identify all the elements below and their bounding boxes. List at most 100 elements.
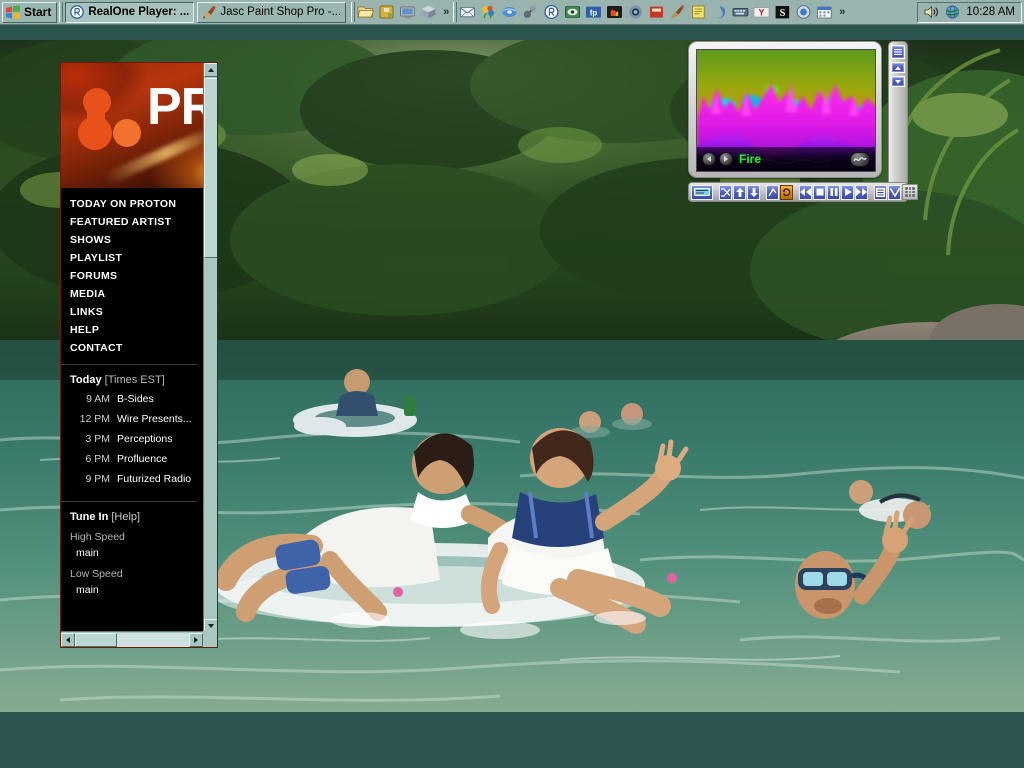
tune-in-help-link[interactable]: [Help] — [111, 511, 140, 523]
play-button[interactable] — [841, 184, 854, 200]
player-menu-button[interactable] — [891, 45, 905, 59]
realone-tray-icon[interactable] — [543, 4, 560, 20]
panel-horizontal-scrollbar[interactable] — [61, 631, 203, 647]
puzzle-icon[interactable] — [378, 4, 395, 20]
taskbar-clock[interactable]: 10:28 AM — [966, 6, 1015, 18]
box-icon[interactable] — [420, 4, 437, 20]
yellow-note-icon[interactable] — [690, 4, 707, 20]
schedule-show[interactable]: Perceptions — [117, 432, 172, 447]
rewind-button[interactable] — [799, 184, 812, 200]
start-button[interactable]: Start — [2, 1, 58, 23]
keyboard-icon[interactable] — [732, 4, 749, 20]
schedule-row[interactable]: 6 PM Profluence — [70, 452, 197, 467]
panel-vertical-scrollbar[interactable] — [203, 63, 217, 633]
sort-icon — [768, 187, 777, 196]
blue-circle-icon[interactable] — [795, 4, 812, 20]
shuffle-button[interactable] — [719, 184, 732, 200]
taskbar[interactable]: Start RealOne Player: ... Jasc Paint Sho… — [0, 0, 1024, 25]
folder-open-icon[interactable] — [357, 4, 375, 20]
visualization-window[interactable]: Fire — [688, 41, 882, 178]
nav-item-featured-artist[interactable]: FEATURED ARTIST — [70, 214, 197, 232]
quick-launch-overflow-button[interactable]: » — [441, 6, 451, 18]
taskbar-button-paint-shop-pro[interactable]: Jasc Paint Shop Pro -... — [197, 1, 347, 23]
volume-speaker-icon[interactable] — [924, 5, 939, 19]
playlist-button[interactable] — [874, 184, 887, 200]
visualization-name: Fire — [739, 152, 762, 166]
system-tray-status[interactable]: 10:28 AM — [917, 1, 1022, 23]
mail-icon[interactable] — [459, 4, 476, 20]
stop-button[interactable] — [813, 184, 826, 200]
schedule-row[interactable]: 12 PM Wire Presents... — [70, 412, 197, 427]
nav-item-links[interactable]: LINKS — [70, 304, 197, 322]
brush-icon[interactable] — [669, 4, 686, 20]
player-side-strip[interactable] — [888, 41, 908, 186]
stream-link[interactable]: main — [70, 545, 197, 561]
taskbar-button-label: Jasc Paint Shop Pro -... — [220, 6, 342, 18]
horizontal-scroll-track[interactable] — [117, 632, 189, 647]
balls-icon[interactable] — [522, 4, 539, 20]
schedule-row[interactable]: 9 PM Futurized Radio — [70, 472, 197, 487]
nav-item-help[interactable]: HELP — [70, 322, 197, 340]
sort-button[interactable] — [766, 184, 779, 200]
schedule-show[interactable]: Futurized Radio — [117, 472, 191, 487]
resize-grip-icon[interactable] — [902, 184, 918, 200]
scroll-right-button[interactable] — [189, 632, 203, 647]
vertical-scroll-thumb[interactable] — [204, 78, 217, 258]
pause-button[interactable] — [827, 184, 840, 200]
display-screen-button[interactable] — [691, 184, 713, 200]
player-control-bar[interactable] — [688, 182, 918, 202]
next-triangle-icon — [724, 156, 728, 162]
schedule-row[interactable]: 3 PM Perceptions — [70, 432, 197, 447]
radio-header: PR — [61, 63, 203, 188]
red-box-icon[interactable] — [648, 4, 665, 20]
taskbar-button-realone-player[interactable]: RealOne Player: ... — [65, 1, 195, 23]
schedule-show[interactable]: B-Sides — [117, 392, 154, 407]
nav-item-shows[interactable]: SHOWS — [70, 232, 197, 250]
nav-item-contact[interactable]: CONTACT — [70, 340, 197, 358]
scroll-left-button[interactable] — [61, 632, 75, 647]
tray-overflow-button[interactable]: » — [837, 6, 847, 18]
nav-item-today-on-proton[interactable]: TODAY ON PROTON — [70, 196, 197, 214]
eye-monitor-icon[interactable] — [564, 4, 581, 20]
schedule-row[interactable]: 9 AM B-Sides — [70, 392, 197, 407]
schedule-time: 12 PM — [79, 413, 110, 425]
camera-icon[interactable] — [627, 4, 644, 20]
repeat-button[interactable] — [780, 184, 793, 200]
yahoo-icon[interactable]: Y — [753, 4, 770, 20]
ftp-icon[interactable]: fp — [585, 4, 602, 20]
fire-icon[interactable] — [606, 4, 623, 20]
scroll-up-button[interactable] — [204, 63, 217, 77]
move-down-button[interactable] — [747, 184, 760, 200]
nav-item-playlist[interactable]: PLAYLIST — [70, 250, 197, 268]
visualization-toolbar[interactable]: Fire — [697, 147, 875, 171]
quick-launch-bar[interactable]: » — [357, 4, 451, 20]
fast-forward-button[interactable] — [855, 184, 868, 200]
player-scroll-up-button[interactable] — [891, 62, 905, 73]
globe-icon[interactable] — [945, 5, 960, 19]
schedule-heading: Today [Times EST] — [70, 374, 197, 386]
proton-radio-panel[interactable]: PR TODAY ON PROTON FEATURED ARTIST SHOWS… — [60, 62, 218, 648]
tray-icons[interactable]: fp Y S » — [459, 4, 847, 20]
flower-icon[interactable] — [480, 4, 497, 20]
move-up-button[interactable] — [733, 184, 746, 200]
radio-nav[interactable]: TODAY ON PROTON FEATURED ARTIST SHOWS PL… — [61, 188, 197, 365]
stream-link[interactable]: main — [70, 582, 197, 598]
schedule-show[interactable]: Wire Presents... — [117, 412, 192, 427]
s-black-icon[interactable]: S — [774, 4, 791, 20]
swirl-icon[interactable] — [711, 4, 728, 20]
network-icon[interactable] — [399, 4, 416, 20]
expand-button[interactable] — [888, 184, 901, 200]
desktop[interactable]: PR TODAY ON PROTON FEATURED ARTIST SHOWS… — [0, 0, 1024, 768]
schedule-show[interactable]: Profluence — [117, 452, 167, 467]
player-scroll-down-button[interactable] — [891, 76, 905, 87]
realone-player[interactable]: Fire — [688, 41, 918, 202]
horizontal-scroll-thumb[interactable] — [75, 632, 117, 647]
bluedisc-icon[interactable] — [501, 4, 518, 20]
nav-item-media[interactable]: MEDIA — [70, 286, 197, 304]
visualization-prev-button[interactable] — [702, 152, 716, 166]
visualization-screen[interactable]: Fire — [696, 49, 876, 172]
calendar-icon[interactable] — [816, 4, 833, 20]
visualization-next-button[interactable] — [719, 152, 733, 166]
nav-item-forums[interactable]: FORUMS — [70, 268, 197, 286]
visualization-wave-button[interactable] — [850, 151, 870, 167]
